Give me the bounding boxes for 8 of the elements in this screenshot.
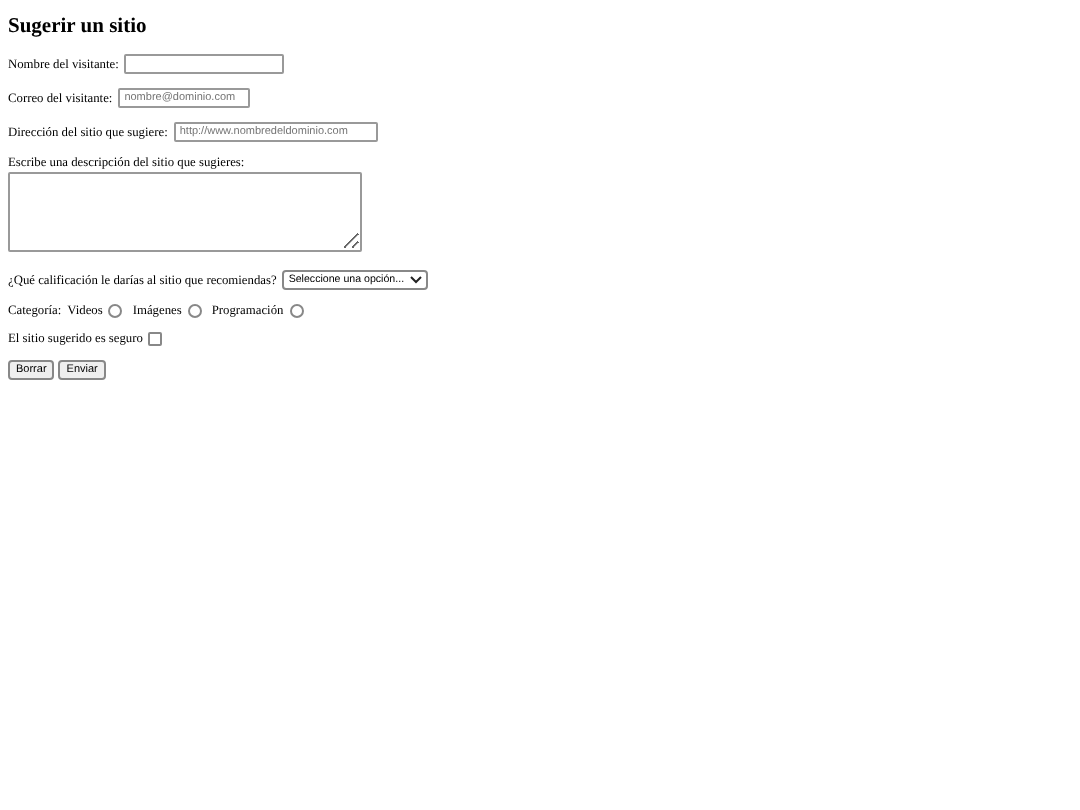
- text-field[interactable]: [124, 54, 285, 74]
- checkbox[interactable]: [148, 332, 163, 346]
- radio-button[interactable]: [289, 304, 304, 318]
- radio-button[interactable]: [108, 304, 123, 318]
- description-field[interactable]: [8, 172, 362, 252]
- radio-button[interactable]: [187, 304, 202, 318]
- chevron-down-icon: [410, 276, 423, 284]
- page-title: Sugerir un sitio: [8, 16, 149, 38]
